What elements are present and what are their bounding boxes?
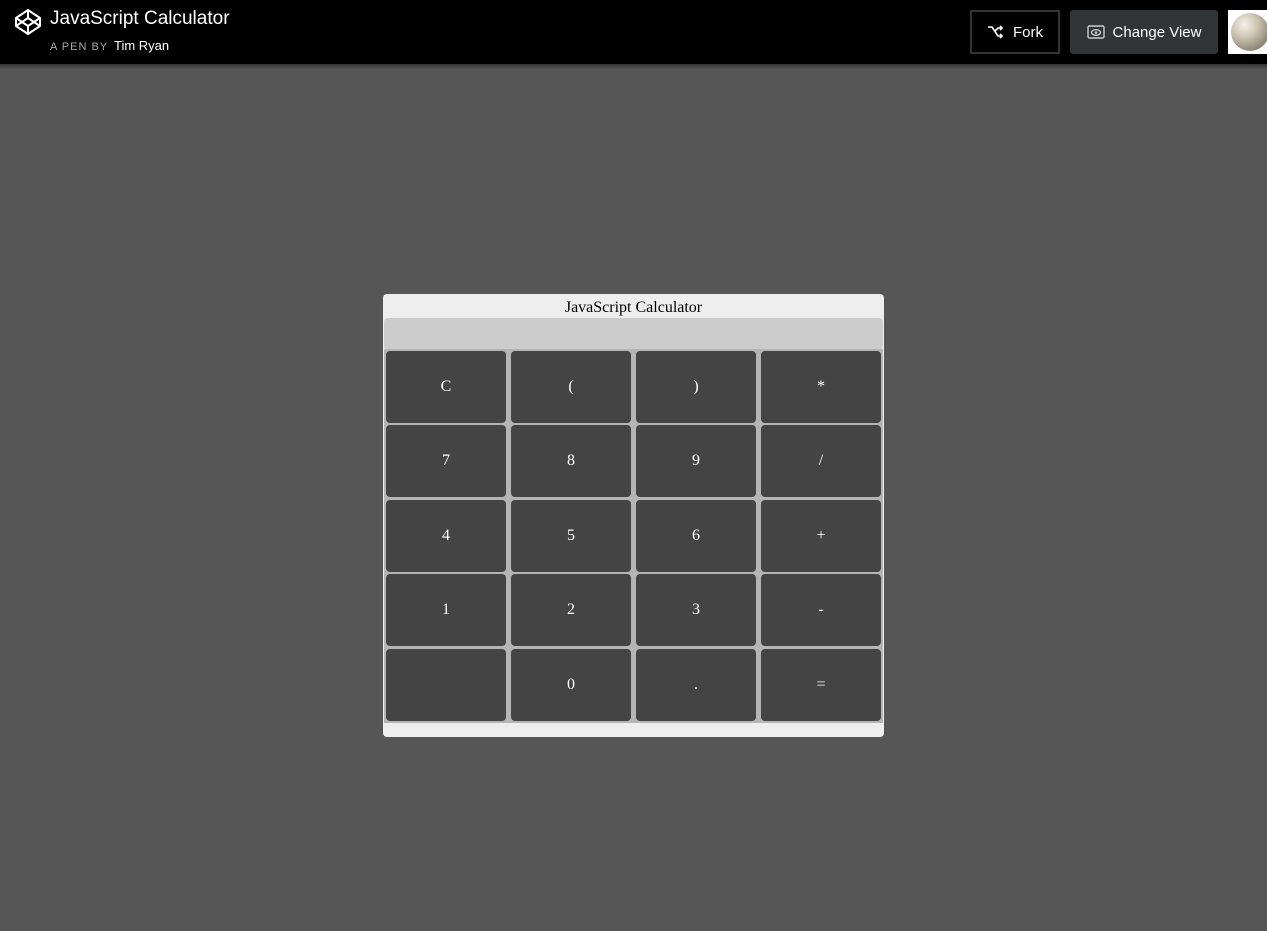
key-multiply[interactable]: *	[761, 351, 881, 423]
codepen-logo-icon[interactable]	[14, 8, 42, 36]
key-4[interactable]: 4	[386, 500, 506, 572]
eye-icon	[1086, 25, 1105, 39]
key-6[interactable]: 6	[636, 500, 756, 572]
pen-by-prefix: A PEN BY	[50, 41, 108, 53]
calculator-display	[384, 318, 883, 350]
fork-label: Fork	[1013, 23, 1043, 41]
key-decimal[interactable]: .	[636, 649, 756, 721]
key-clear[interactable]: C	[386, 351, 506, 423]
avatar-image	[1231, 13, 1267, 51]
pen-author-link[interactable]: Tim Ryan	[114, 38, 169, 53]
pen-header: JavaScript Calculator A PEN BY Tim Ryan …	[0, 0, 1267, 64]
key-7[interactable]: 7	[386, 425, 506, 497]
key-8[interactable]: 8	[511, 425, 631, 497]
key-blank[interactable]	[386, 649, 506, 721]
key-minus[interactable]: -	[761, 574, 881, 646]
key-1[interactable]: 1	[386, 574, 506, 646]
key-3[interactable]: 3	[636, 574, 756, 646]
change-view-label: Change View	[1112, 23, 1202, 41]
key-equals[interactable]: =	[761, 649, 881, 721]
calculator-title: JavaScript Calculator	[564, 299, 703, 316]
user-avatar[interactable]	[1228, 10, 1267, 54]
pen-title: JavaScript Calculator	[50, 8, 230, 29]
change-view-button[interactable]: Change View	[1070, 10, 1218, 54]
fork-icon	[987, 24, 1005, 40]
key-9[interactable]: 9	[636, 425, 756, 497]
fork-button[interactable]: Fork	[970, 10, 1060, 54]
key-open-paren[interactable]: (	[511, 351, 631, 423]
key-divide[interactable]: /	[761, 425, 881, 497]
key-0[interactable]: 0	[511, 649, 631, 721]
key-plus[interactable]: +	[761, 500, 881, 572]
key-close-paren[interactable]: )	[636, 351, 756, 423]
pen-byline: A PEN BY Tim Ryan	[50, 38, 169, 55]
header-shadow	[0, 64, 1267, 70]
key-5[interactable]: 5	[511, 500, 631, 572]
key-2[interactable]: 2	[511, 574, 631, 646]
calculator-keypad: C ( ) * 7 8 9 / 4 5 6 + 1 2 3 - 0 . =	[384, 349, 883, 723]
calculator: JavaScript Calculator C ( ) * 7 8 9 / 4 …	[383, 294, 884, 737]
